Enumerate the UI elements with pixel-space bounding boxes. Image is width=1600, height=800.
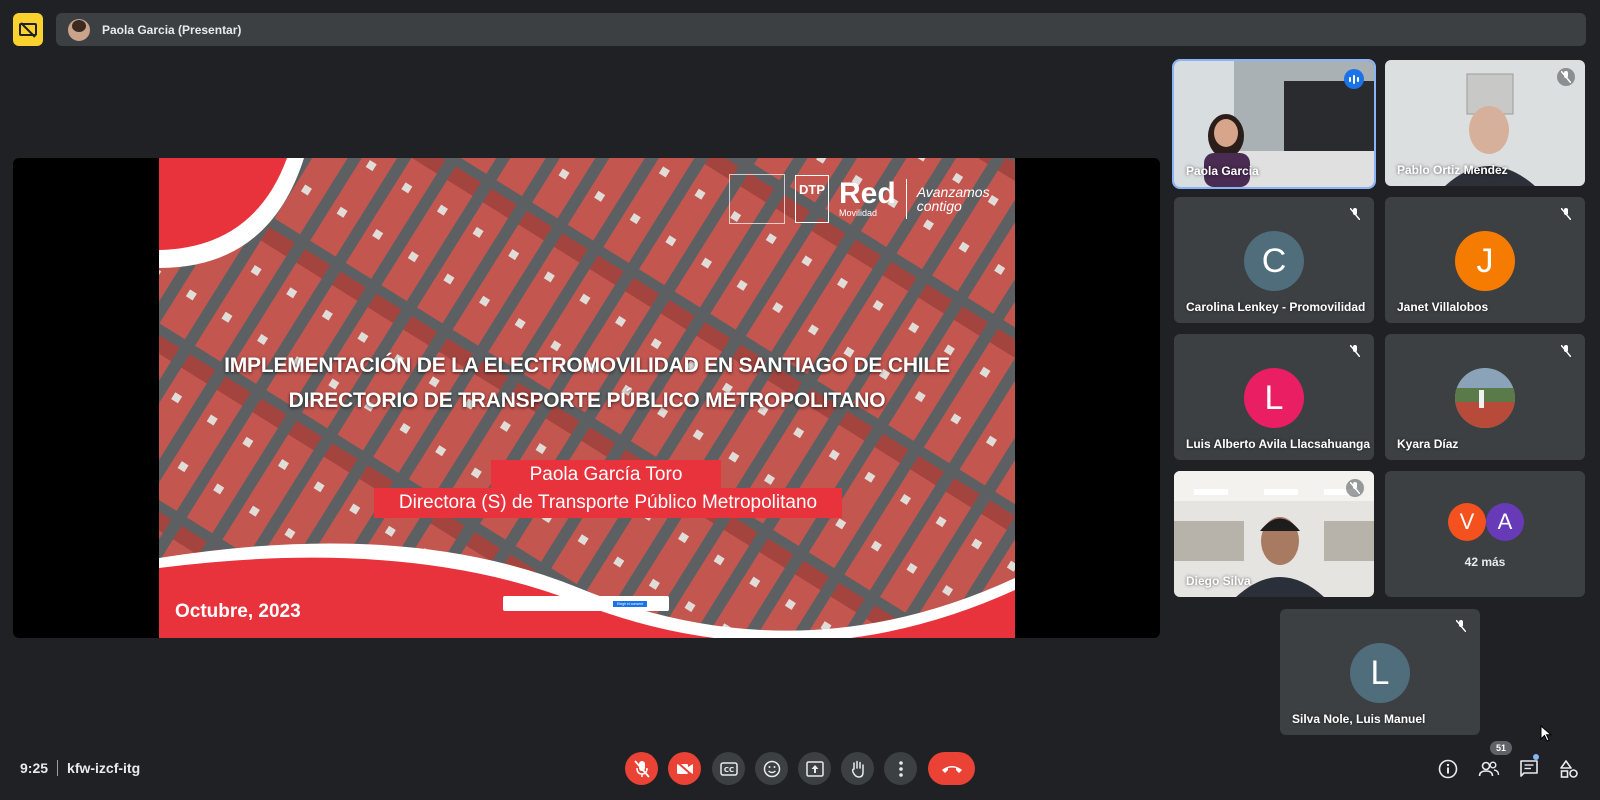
logo-divider — [905, 179, 907, 219]
avatar: L — [1350, 643, 1410, 703]
mic-off-icon — [1557, 205, 1575, 223]
present-screen-icon — [805, 760, 824, 777]
people-count-badge: 51 — [1490, 741, 1512, 755]
avatar: J — [1455, 231, 1515, 291]
participant-tile-silva-nole[interactable]: L Silva Nole, Luis Manuel — [1280, 609, 1480, 735]
avatar: C — [1244, 231, 1304, 291]
emoji-icon — [763, 760, 780, 777]
more-participants-tile[interactable]: V A 42 más — [1385, 471, 1585, 597]
reactions-button[interactable] — [755, 752, 788, 785]
mic-off-icon — [633, 759, 650, 778]
cookie-consent-button: Elegir el consent — [613, 600, 647, 607]
participant-name: Kyara Díaz — [1397, 437, 1459, 451]
camera-off-icon — [675, 760, 694, 777]
participant-name: Janet Villalobos — [1397, 300, 1489, 314]
participant-tile-kyara-diaz[interactable]: Kyara Díaz — [1385, 334, 1585, 460]
participant-name: Luis Alberto Avila Llacsahuanga — [1186, 437, 1371, 451]
logo-tagline: Avanzamos contigo — [916, 184, 990, 214]
participant-name: Paola Garcia — [1186, 164, 1259, 178]
presenter-bar: Paola Garcia (Presentar) — [56, 13, 1586, 46]
stop-presenting-icon[interactable] — [13, 13, 43, 46]
speaking-indicator-icon — [1344, 69, 1364, 89]
slide-presenter-role: Directora (S) de Transporte Público Metr… — [374, 488, 842, 518]
current-time: 9:25 — [20, 760, 49, 776]
participant-tile-carolina-lenkey[interactable]: C Carolina Lenkey - Promovilidad — [1174, 197, 1374, 323]
slide-title: IMPLEMENTACIÓN DE LA ELECTROMOVILIDAD EN… — [224, 354, 950, 412]
mic-off-icon — [1557, 68, 1575, 86]
info-icon — [1438, 759, 1458, 779]
captions-button[interactable]: CC — [712, 752, 745, 785]
captions-icon: CC — [719, 761, 738, 776]
more-participants-label: 42 más — [1464, 555, 1506, 569]
meeting-details-button[interactable] — [1435, 756, 1461, 782]
more-vert-icon — [898, 760, 903, 777]
mic-off-icon — [1557, 342, 1575, 360]
avatar: A — [1486, 503, 1524, 541]
presenter-avatar — [68, 18, 90, 41]
chat-icon — [1520, 760, 1538, 777]
activities-icon — [1560, 760, 1578, 778]
presentation-stage[interactable]: DTP Red Movilidad Avanzamos contigo IMPLEM… — [13, 158, 1160, 638]
participant-tile-pablo-ortiz[interactable]: Pablo Ortiz Mendez — [1385, 60, 1585, 186]
people-icon — [1478, 761, 1500, 777]
participant-tile-janet-villalobos[interactable]: J Janet Villalobos — [1385, 197, 1585, 323]
red-logo: Red Movilidad — [839, 177, 896, 219]
activities-button[interactable] — [1556, 756, 1582, 782]
presentation-slide: DTP Red Movilidad Avanzamos contigo IMPLEM… — [159, 158, 1015, 638]
slide-presenter-name: Paola García Toro — [491, 460, 721, 490]
chat-button[interactable] — [1516, 756, 1542, 782]
mic-off-icon — [1452, 617, 1470, 635]
participant-name: Pablo Ortiz Mendez — [1397, 163, 1508, 177]
microphone-button[interactable] — [625, 752, 658, 785]
slide-date: Octubre, 2023 — [175, 601, 301, 622]
more-options-button[interactable] — [884, 752, 917, 785]
mic-off-icon — [1346, 205, 1364, 223]
avatar: L — [1244, 368, 1304, 428]
meeting-code: kfw-izcf-itg — [67, 760, 141, 776]
mouse-cursor-icon — [1540, 725, 1552, 742]
chat-notification-dot — [1533, 754, 1539, 760]
participant-tile-luis-alberto-avila[interactable]: L Luis Alberto Avila Llacsahuanga — [1174, 334, 1374, 460]
meeting-info: 9:25 kfw-izcf-itg — [20, 760, 140, 776]
mic-off-icon — [1346, 342, 1364, 360]
raise-hand-button[interactable] — [841, 752, 874, 785]
people-button[interactable] — [1476, 756, 1502, 782]
participant-name: Diego Silva — [1186, 574, 1251, 588]
cookie-banner: Elegir el consent — [503, 596, 669, 611]
dtp-logo: DTP — [795, 175, 829, 223]
avatar: V — [1448, 503, 1486, 541]
camera-button[interactable] — [668, 752, 701, 785]
participant-tile-diego-silva[interactable]: Diego Silva — [1174, 471, 1374, 597]
government-logo — [729, 174, 785, 224]
participant-name: Silva Nole, Luis Manuel — [1292, 712, 1426, 726]
mic-off-icon — [1346, 479, 1364, 497]
hand-icon — [851, 760, 864, 778]
avatar — [1455, 368, 1515, 428]
more-avatars: V A — [1448, 503, 1524, 541]
svg-text:CC: CC — [723, 766, 733, 774]
divider — [57, 760, 59, 776]
end-call-icon — [941, 765, 962, 773]
participant-tile-paola-garcia[interactable]: Paola Garcia — [1172, 59, 1376, 189]
leave-call-button[interactable] — [928, 752, 975, 785]
participant-name: Carolina Lenkey - Promovilidad — [1186, 300, 1366, 314]
presenter-label: Paola Garcia (Presentar) — [102, 22, 242, 37]
slide-logos: DTP Red Movilidad Avanzamos contigo — [729, 174, 990, 224]
present-button[interactable] — [798, 752, 831, 785]
